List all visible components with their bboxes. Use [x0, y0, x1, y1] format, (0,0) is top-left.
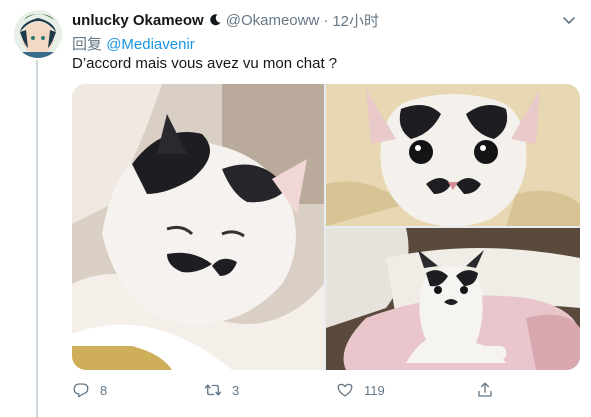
- separator-dot: ·: [323, 11, 329, 29]
- tweet-header: unlucky Okameow @Okameoww · 12小时: [72, 10, 577, 30]
- retweet-count: 3: [232, 382, 240, 398]
- like-icon: [337, 383, 353, 397]
- tweet-text: D’accord mais vous avez vu mon chat ?: [72, 55, 338, 72]
- moon-icon: [208, 13, 222, 27]
- share-icon: [478, 382, 492, 397]
- reply-button[interactable]: 8: [72, 378, 107, 402]
- timestamp[interactable]: 12小时: [332, 10, 379, 31]
- avatar[interactable]: [14, 10, 62, 58]
- reply-mention-link[interactable]: @Mediavenir: [106, 36, 195, 53]
- tweet[interactable]: unlucky Okameow @Okameoww · 12小时 回复 @Med…: [0, 0, 591, 417]
- like-button[interactable]: 119: [336, 378, 385, 402]
- display-name[interactable]: unlucky Okameow: [72, 12, 204, 29]
- chevron-down-icon[interactable]: [561, 12, 577, 28]
- reply-icon: [73, 383, 89, 398]
- retweet-button[interactable]: 3: [204, 378, 239, 402]
- cat-photo-1[interactable]: [72, 84, 324, 370]
- like-count: 119: [364, 382, 385, 398]
- reply-prefix: 回复: [72, 36, 103, 53]
- media-grid: [72, 84, 580, 370]
- cat-photo-2[interactable]: [326, 84, 580, 226]
- retweet-icon: [204, 384, 222, 396]
- thread-line: [36, 60, 38, 417]
- reply-count: 8: [100, 382, 108, 398]
- share-button[interactable]: [476, 378, 504, 402]
- cat-photo-3[interactable]: [326, 228, 580, 370]
- tweet-actions: 8 3 119: [72, 378, 512, 402]
- handle[interactable]: @Okameoww: [226, 12, 320, 29]
- reply-context: 回复 @Mediavenir: [72, 33, 195, 54]
